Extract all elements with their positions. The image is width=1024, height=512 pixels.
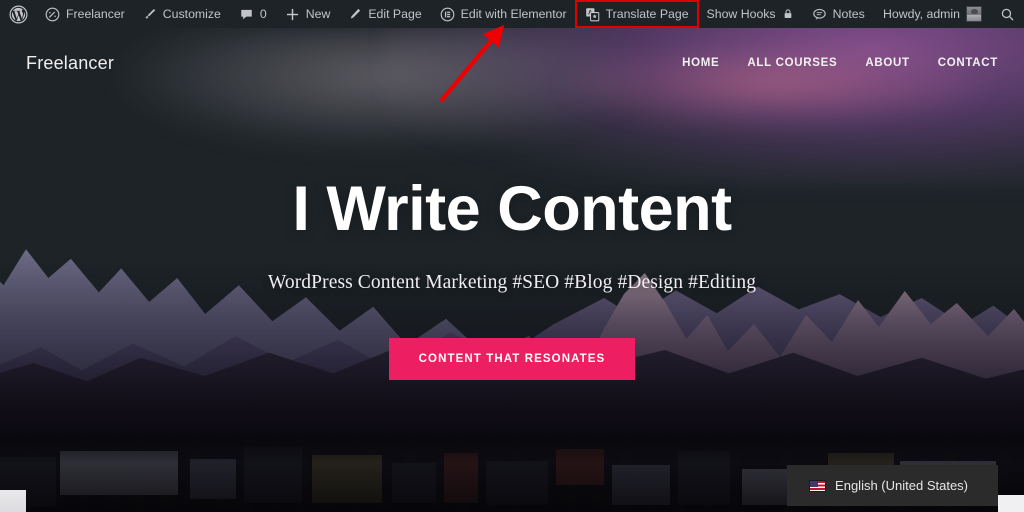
dashboard-gauge-icon bbox=[45, 7, 60, 22]
admin-bar-item-customize[interactable]: Customize bbox=[134, 0, 230, 28]
admin-bar-comments-count: 0 bbox=[259, 7, 267, 21]
admin-bar-translate-page-label: Translate Page bbox=[605, 7, 689, 21]
language-selector-label: English (United States) bbox=[835, 478, 968, 493]
admin-bar-edit-page-label: Edit Page bbox=[368, 7, 422, 21]
us-flag-icon bbox=[809, 479, 827, 492]
admin-bar-search-button[interactable] bbox=[991, 0, 1024, 28]
admin-bar-item-site-name[interactable]: Freelancer bbox=[36, 0, 134, 28]
comment-bubble-icon bbox=[239, 7, 254, 22]
admin-bar-elementor-label: Edit with Elementor bbox=[460, 7, 567, 21]
site-viewport: Freelancer HOME ALL COURSES ABOUT CONTAC… bbox=[0, 28, 1024, 512]
wordpress-logo-button[interactable] bbox=[0, 0, 36, 28]
admin-bar-howdy-label: Howdy, admin bbox=[883, 7, 960, 21]
admin-bar-item-elementor[interactable]: Edit with Elementor bbox=[431, 0, 576, 28]
language-selector[interactable]: English (United States) bbox=[787, 465, 998, 506]
admin-bar-item-translate-page[interactable]: A Translate Page bbox=[574, 0, 699, 28]
bottom-right-scrollbar[interactable] bbox=[998, 495, 1024, 512]
admin-bar-notes-label: Notes bbox=[832, 7, 865, 21]
admin-bar-item-notes[interactable]: Notes bbox=[803, 0, 874, 28]
translate-icon: A bbox=[585, 7, 600, 22]
wordpress-icon bbox=[9, 5, 28, 24]
admin-bar-my-account[interactable]: Howdy, admin bbox=[874, 0, 991, 28]
elementor-icon bbox=[440, 7, 455, 22]
admin-bar-site-name-label: Freelancer bbox=[66, 7, 125, 21]
admin-bar-item-edit-page[interactable]: Edit Page bbox=[339, 0, 430, 28]
admin-bar-new-label: New bbox=[305, 7, 331, 21]
hero-cta-button[interactable]: CONTENT THAT RESONATES bbox=[388, 338, 636, 381]
lock-icon bbox=[782, 8, 794, 20]
admin-bar-right-group: Howdy, admin bbox=[874, 0, 1024, 28]
pencil-icon bbox=[348, 7, 362, 21]
admin-bar-item-comments[interactable]: 0 bbox=[230, 0, 276, 28]
plus-icon bbox=[285, 7, 300, 22]
speech-bubble-icon bbox=[812, 7, 827, 22]
bottom-left-panel bbox=[0, 490, 26, 512]
paintbrush-icon bbox=[143, 7, 157, 21]
admin-bar-show-hooks-label: Show Hooks bbox=[706, 7, 776, 21]
admin-bar-item-new[interactable]: New bbox=[276, 0, 340, 28]
avatar bbox=[966, 6, 982, 22]
hero-content: I Write Content WordPress Content Market… bbox=[0, 28, 1024, 437]
admin-bar-customize-label: Customize bbox=[162, 7, 221, 21]
search-icon bbox=[1000, 7, 1015, 22]
hero-subtitle: WordPress Content Marketing #SEO #Blog #… bbox=[267, 272, 757, 294]
admin-bar-left-group: Freelancer Customize 0 New Edit Page Edi… bbox=[0, 0, 874, 28]
wp-admin-bar: Freelancer Customize 0 New Edit Page Edi… bbox=[0, 0, 1024, 28]
admin-bar-item-show-hooks[interactable]: Show Hooks bbox=[698, 0, 803, 28]
hero-title: I Write Content bbox=[292, 174, 732, 244]
